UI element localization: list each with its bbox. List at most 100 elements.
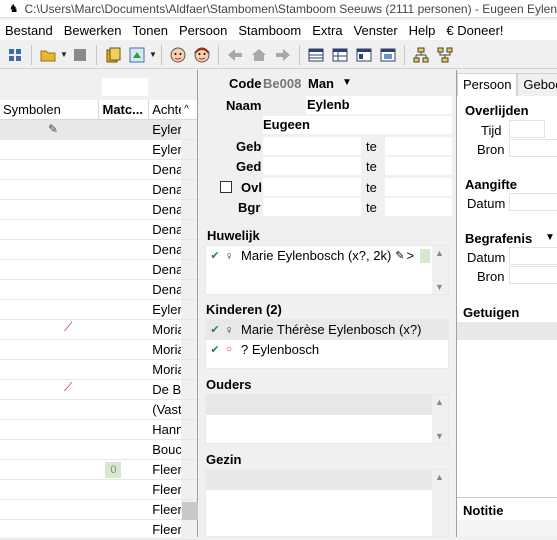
family-tree-icon[interactable]	[435, 45, 455, 65]
bgr-place-field[interactable]	[385, 198, 452, 216]
scroll-down-icon[interactable]: ▼	[435, 431, 444, 441]
menu-bestand[interactable]: Bestand	[0, 23, 59, 38]
ovl-place-field[interactable]	[385, 178, 452, 196]
scrollbar-track[interactable]	[181, 340, 197, 359]
forward-arrow-icon[interactable]	[273, 45, 293, 65]
table-row[interactable]: Hann	[0, 420, 197, 440]
table-row[interactable]: Dena	[0, 220, 197, 240]
column-header-achternaam[interactable]: Achte	[149, 100, 181, 119]
scrollbar-track[interactable]	[181, 300, 197, 319]
notitie-field[interactable]	[457, 520, 557, 537]
scrollbar-track[interactable]	[181, 200, 197, 219]
gezin-scrollbar[interactable]: ▲	[432, 470, 448, 536]
menu-help[interactable]: Help	[404, 23, 442, 38]
list-item[interactable]: ✔ ♀ Marie Thérèse Eylenbosch (x?)	[206, 320, 448, 340]
geb-place-field[interactable]	[385, 137, 452, 155]
grid-view-icon[interactable]	[330, 45, 350, 65]
scrollbar-track[interactable]	[181, 460, 197, 479]
list-item[interactable]	[206, 470, 448, 490]
table-row[interactable]: Bouc	[0, 440, 197, 460]
scrollbar-track[interactable]	[181, 360, 197, 379]
list-search-input[interactable]	[102, 78, 148, 96]
home-icon[interactable]	[249, 45, 269, 65]
male-face-icon[interactable]	[168, 45, 188, 65]
sex-select[interactable]: Man	[308, 76, 334, 91]
table-row[interactable]: (Vast	[0, 400, 197, 420]
table-row[interactable]: ⟋ Moria	[0, 320, 197, 340]
scrollbar-track[interactable]	[181, 280, 197, 299]
scroll-down-icon[interactable]: ▼	[435, 282, 444, 292]
bron-field[interactable]	[509, 139, 557, 157]
image-view-icon[interactable]	[378, 45, 398, 65]
scroll-up-icon[interactable]: ▲	[435, 397, 444, 407]
table-row[interactable]: Dena	[0, 160, 197, 180]
back-arrow-icon[interactable]	[225, 45, 245, 65]
card-view-icon[interactable]	[354, 45, 374, 65]
scroll-up-icon[interactable]: ▲	[435, 472, 444, 482]
scrollbar-track[interactable]	[181, 420, 197, 439]
table-row[interactable]: Fleer	[0, 500, 197, 520]
aangifte-datum-field[interactable]	[509, 193, 557, 211]
table-row[interactable]: Dena	[0, 180, 197, 200]
geb-date-field[interactable]	[263, 137, 361, 155]
dropdown-icon[interactable]: ▼	[60, 50, 68, 59]
table-view-icon[interactable]	[306, 45, 326, 65]
scrollbar-track[interactable]	[181, 440, 197, 459]
begrafenis-bron-field[interactable]	[509, 266, 557, 284]
open-folder-icon[interactable]	[38, 45, 58, 65]
scrollbar-track[interactable]	[181, 120, 197, 139]
ged-place-field[interactable]	[385, 157, 452, 175]
menu-tonen[interactable]: Tonen	[128, 23, 174, 38]
chevron-down-icon[interactable]: ▼	[545, 232, 555, 243]
firstname-field[interactable]: Eugeen	[263, 116, 452, 134]
scrollbar-track[interactable]	[181, 400, 197, 419]
bgr-date-field[interactable]	[263, 198, 361, 216]
list-item[interactable]	[206, 395, 448, 415]
ouders-scrollbar[interactable]: ▲ ▼	[432, 395, 448, 443]
table-row[interactable]: ⟋ De Br	[0, 380, 197, 400]
stop-icon[interactable]	[70, 45, 90, 65]
scrollbar-track[interactable]	[181, 140, 197, 159]
scrollbar-track[interactable]	[181, 520, 197, 539]
table-row[interactable]: Dena	[0, 260, 197, 280]
menu-doneer[interactable]: € Doneer!	[441, 23, 509, 38]
scrollbar-track[interactable]	[181, 320, 197, 339]
scrollbar-track[interactable]	[181, 240, 197, 259]
surname-field[interactable]: Eylenb	[306, 96, 452, 114]
table-row[interactable]: Fleer	[0, 480, 197, 500]
huwelijk-scrollbar[interactable]: ▲ ▼	[432, 246, 448, 294]
table-row[interactable]: Dena	[0, 280, 197, 300]
tijd-field[interactable]	[509, 120, 545, 138]
begrafenis-datum-field[interactable]	[509, 247, 557, 265]
table-row[interactable]: Moria	[0, 360, 197, 380]
table-row[interactable]: 0 Fleer	[0, 460, 197, 480]
scrollbar-track[interactable]	[181, 220, 197, 239]
ovl-checkbox[interactable]	[220, 181, 232, 193]
list-item[interactable]: ✔ ♀ Marie Eylenbosch (x?, 2k) ✎ >	[206, 246, 448, 266]
female-face-icon[interactable]	[192, 45, 212, 65]
chevron-down-icon[interactable]: ▼	[342, 77, 352, 88]
column-header-symbolen[interactable]: Symbolen	[0, 100, 100, 119]
scrollbar-track[interactable]	[181, 160, 197, 179]
tree-icon[interactable]	[411, 45, 431, 65]
tab-persoon[interactable]: Persoon	[457, 73, 518, 96]
scrollbar-track[interactable]	[181, 380, 197, 399]
dropdown-icon[interactable]: ▼	[149, 50, 157, 59]
table-row[interactable]: Moria	[0, 340, 197, 360]
copy-book-icon[interactable]	[103, 45, 123, 65]
menu-venster[interactable]: Venster	[349, 23, 404, 38]
scroll-up-icon[interactable]: ^	[181, 100, 197, 119]
list-scrollbar-thumb[interactable]	[182, 502, 198, 520]
getuigen-list[interactable]	[457, 322, 557, 340]
scroll-up-icon[interactable]: ▲	[435, 248, 444, 258]
menu-bewerken[interactable]: Bewerken	[59, 23, 128, 38]
table-row[interactable]: Eyler	[0, 140, 197, 160]
table-row[interactable]: Dena	[0, 200, 197, 220]
menu-extra[interactable]: Extra	[307, 23, 348, 38]
scrollbar-track[interactable]	[181, 180, 197, 199]
ged-date-field[interactable]	[263, 157, 361, 175]
table-row[interactable]: ✎ Eyler	[0, 120, 197, 140]
scrollbar-track[interactable]	[181, 480, 197, 499]
list-item[interactable]: ✔ ○ ? Eylenbosch	[206, 340, 448, 360]
code-value[interactable]: Be008	[263, 76, 301, 91]
